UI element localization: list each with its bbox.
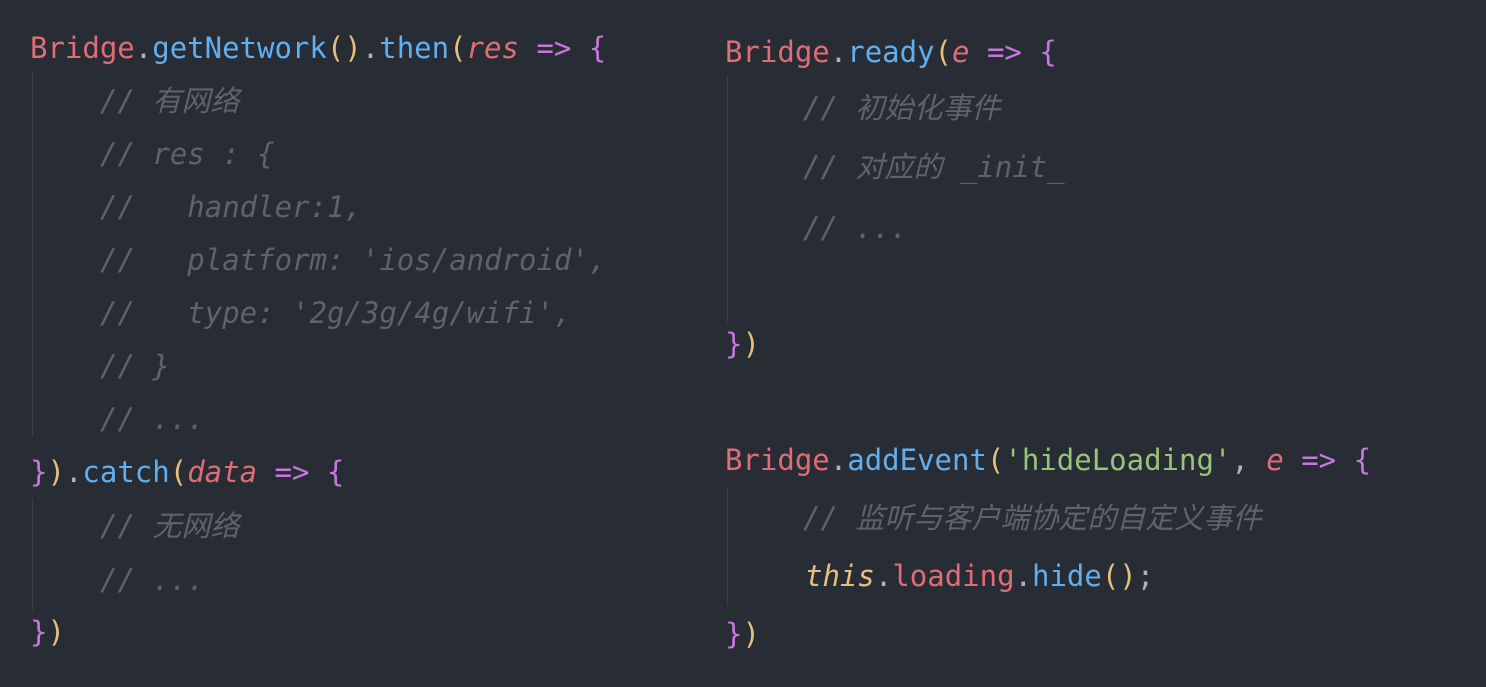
left-code-block: Bridge.getNetwork().then(res => { // 有网络…	[30, 0, 690, 687]
code-token: .	[361, 31, 380, 65]
code-token: (	[934, 35, 953, 69]
code-token: {	[1039, 35, 1057, 69]
code-token: =>	[518, 31, 589, 65]
code-comment: // 对应的 _init_	[803, 150, 1065, 184]
code-line: }).catch(data => {	[30, 452, 344, 492]
code-token: {	[326, 455, 345, 489]
code-token: )	[742, 327, 760, 361]
code-token: {	[588, 31, 607, 65]
code-comment: // 初始化事件	[803, 91, 1001, 125]
code-token: (	[449, 31, 467, 65]
code-token: addEvent	[847, 443, 987, 477]
code-token: ;	[1136, 559, 1155, 593]
code-token: ready	[847, 35, 935, 69]
code-token: =>	[257, 455, 327, 489]
code-token: )	[47, 455, 65, 489]
code-token: ,	[1231, 443, 1267, 477]
code-comment: // }	[100, 349, 170, 383]
code-comment: // res : {	[100, 137, 275, 171]
code-token: hide	[1032, 559, 1102, 593]
code-token: )	[47, 615, 65, 649]
code-token: =>	[969, 35, 1040, 69]
code-comment: // 监听与客户端协定的自定义事件	[803, 501, 1262, 535]
code-token: e	[1266, 443, 1284, 477]
code-line: })	[30, 612, 65, 652]
code-token: =>	[1283, 443, 1354, 477]
code-token: e	[952, 35, 970, 69]
indent-guide	[32, 498, 33, 610]
code-comment: // platform: 'ios/android',	[100, 243, 607, 277]
code-token: .	[874, 559, 893, 593]
code-token: then	[379, 31, 450, 65]
code-comment: // handler:1,	[100, 190, 362, 224]
code-token: catch	[82, 455, 170, 489]
code-line: })	[725, 324, 760, 364]
code-comment: // 无网络	[100, 509, 240, 543]
code-token: }	[725, 327, 743, 361]
code-line: this.loading.hide();	[805, 556, 1154, 596]
code-token: .	[829, 35, 848, 69]
code-token: loading	[892, 559, 1015, 593]
code-token: .	[829, 443, 848, 477]
code-token: .	[134, 31, 153, 65]
code-comment: // type: '2g/3g/4g/wifi',	[100, 296, 572, 330]
code-token: Bridge	[30, 31, 135, 65]
code-line: Bridge.addEvent('hideLoading', e => {	[725, 440, 1371, 480]
code-line: Bridge.ready(e => {	[725, 32, 1057, 72]
code-comment: // ...	[100, 563, 205, 597]
code-token: }	[30, 615, 48, 649]
code-token: {	[1353, 443, 1372, 477]
right-code-block: Bridge.ready(e => { // 初始化事件 // 对应的 _ini…	[725, 0, 1465, 687]
code-token: .	[1014, 559, 1032, 593]
indent-guide	[32, 72, 33, 436]
code-token: }	[725, 617, 743, 651]
code-token: }	[30, 455, 48, 489]
code-token: getNetwork	[152, 31, 327, 65]
code-comment: // ...	[803, 211, 908, 245]
code-token: this	[805, 559, 875, 593]
code-token: )	[742, 617, 760, 651]
indent-guide	[727, 488, 728, 606]
code-token: (	[986, 443, 1005, 477]
code-token: 'hideLoading'	[1004, 443, 1232, 477]
code-token: .	[64, 455, 83, 489]
code-line: Bridge.getNetwork().then(res => {	[30, 28, 606, 68]
code-token: res	[466, 31, 519, 65]
indent-guide	[727, 76, 728, 322]
code-token: ()	[326, 31, 362, 65]
code-line: })	[725, 614, 760, 654]
code-token: data	[187, 455, 258, 489]
code-token: Bridge	[725, 35, 830, 69]
code-comment: // 有网络	[100, 84, 240, 118]
code-token: Bridge	[725, 443, 830, 477]
code-token: ()	[1101, 559, 1137, 593]
code-token: (	[169, 455, 188, 489]
code-comment: // ...	[100, 402, 205, 436]
